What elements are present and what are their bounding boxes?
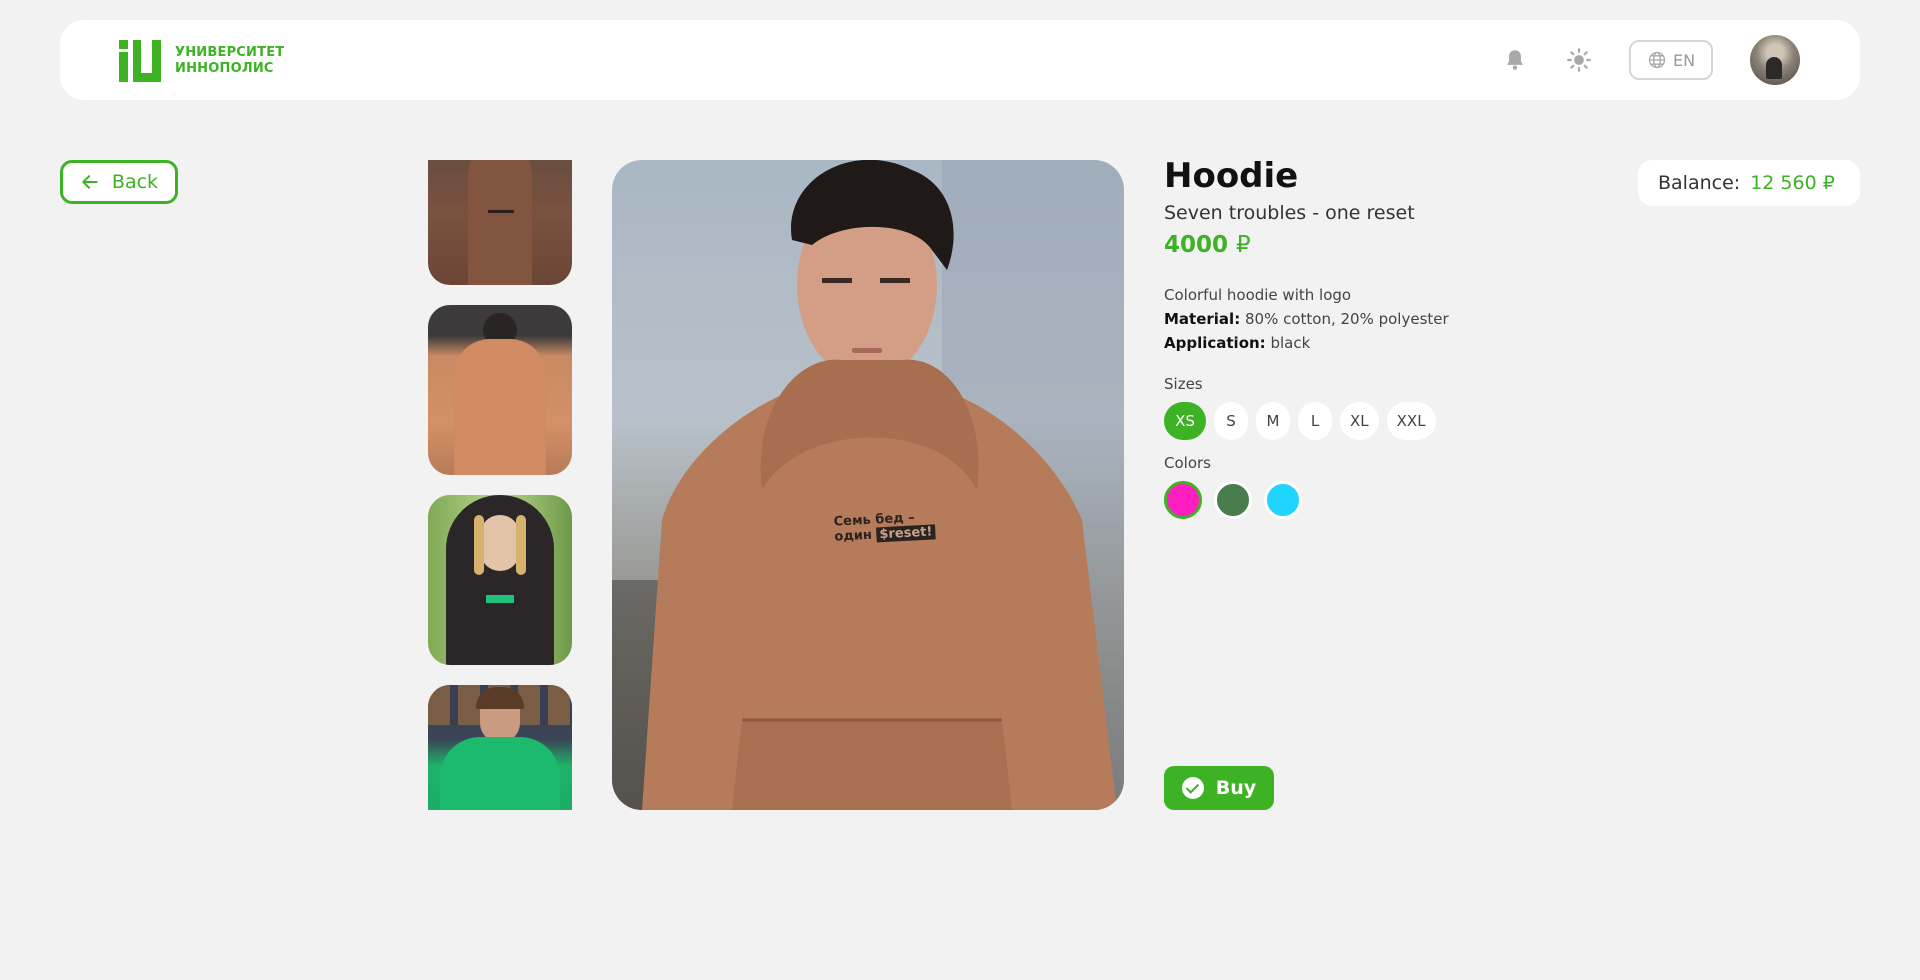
- bell-icon[interactable]: [1502, 47, 1528, 73]
- buy-label: Buy: [1215, 777, 1257, 799]
- sizes-label: Sizes: [1164, 375, 1203, 393]
- color-swatch[interactable]: [1264, 481, 1302, 519]
- size-option[interactable]: XXL: [1386, 402, 1436, 440]
- product-title: Hoodie: [1164, 156, 1299, 196]
- logo-line-1: УНИВЕРСИТЕТ: [175, 45, 285, 60]
- balance-label: Balance:: [1658, 172, 1741, 194]
- arrow-left-icon: [82, 175, 98, 189]
- color-swatch[interactable]: [1164, 481, 1202, 519]
- check-circle-icon: [1181, 777, 1204, 799]
- thumbnail-gallery[interactable]: [428, 160, 572, 810]
- size-option[interactable]: L: [1298, 402, 1332, 440]
- university-logo[interactable]: УНИВЕРСИТЕТ ИННОПОЛИС: [119, 40, 284, 82]
- balance-value: 12 560 ₽: [1750, 172, 1835, 194]
- color-selector: [1164, 481, 1302, 519]
- product-subtitle: Seven troubles - one reset: [1164, 202, 1415, 224]
- thumbnail-image[interactable]: [428, 305, 572, 475]
- thumbnail-image[interactable]: [428, 685, 572, 810]
- top-header: УНИВЕРСИТЕТ ИННОПОЛИС EN: [60, 20, 1860, 100]
- back-label: Back: [111, 171, 159, 193]
- product-description: Colorful hoodie with logo Material: 80% …: [1164, 286, 1449, 352]
- globe-icon: [1648, 51, 1666, 69]
- product-price: 4000 ₽: [1164, 232, 1251, 258]
- language-label: EN: [1672, 50, 1696, 70]
- thumbnail-image[interactable]: [428, 160, 572, 285]
- logo-line-2: ИННОПОЛИС: [175, 61, 274, 76]
- currency-icon: ₽: [1822, 172, 1835, 194]
- size-option[interactable]: S: [1214, 402, 1248, 440]
- color-swatch[interactable]: [1214, 481, 1252, 519]
- logo-mark-icon: [119, 40, 161, 82]
- colors-label: Colors: [1164, 454, 1211, 472]
- hoodie-print: Семь бед – один $reset!: [833, 509, 936, 545]
- back-button[interactable]: Back: [60, 160, 178, 204]
- product-main-image: Семь бед – один $reset!: [612, 160, 1124, 810]
- size-selector: XS S M L XL XXL: [1164, 402, 1436, 440]
- user-avatar[interactable]: [1750, 35, 1800, 85]
- language-switcher[interactable]: EN: [1629, 40, 1713, 80]
- size-option[interactable]: M: [1256, 402, 1290, 440]
- buy-button[interactable]: Buy: [1164, 766, 1274, 810]
- currency-icon: ₽: [1236, 232, 1251, 258]
- size-option[interactable]: XL: [1340, 402, 1379, 440]
- thumbnail-image[interactable]: [428, 495, 572, 665]
- sun-icon[interactable]: [1566, 47, 1592, 73]
- balance-display: Balance: 12 560 ₽: [1638, 160, 1860, 206]
- size-option[interactable]: XS: [1164, 402, 1206, 440]
